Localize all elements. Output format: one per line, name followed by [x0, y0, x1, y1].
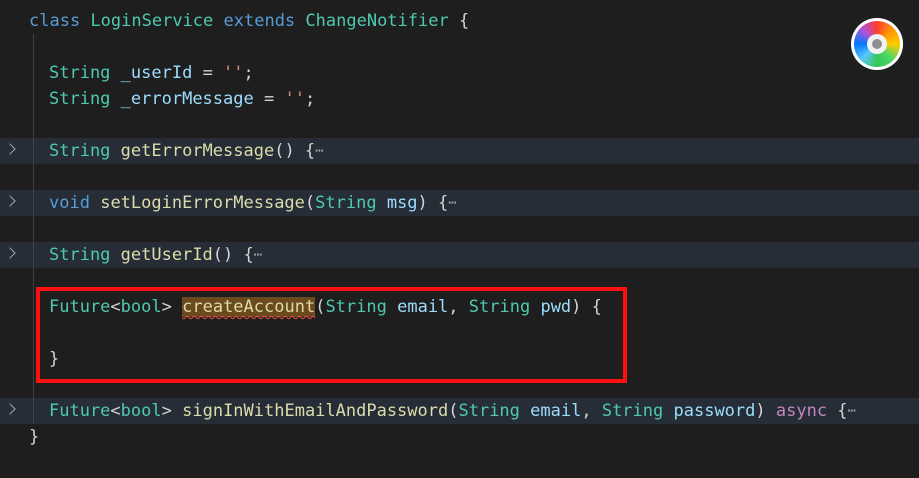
semicolon: ; — [243, 63, 254, 83]
comma: , — [581, 401, 602, 421]
method-signature-rest: () { — [274, 141, 316, 161]
code-line-blank[interactable] — [0, 216, 919, 242]
folded-ellipsis-icon[interactable]: ⋯ — [315, 138, 323, 164]
code-line-field-error-message[interactable]: String _errorMessage = ''; — [0, 86, 919, 112]
color-wheel-icon[interactable] — [851, 18, 903, 70]
indent-guide — [33, 372, 34, 398]
indent-guide — [33, 138, 34, 164]
param-type: String — [601, 401, 664, 421]
close-paren: ) — [755, 401, 776, 421]
keyword-class: class — [29, 11, 81, 31]
indent-guide — [33, 268, 34, 294]
code-line-set-login-error-message-folded[interactable]: void setLoginErrorMessage(String msg) {⋯ — [0, 190, 919, 216]
generic-close: > — [161, 401, 172, 421]
indent-guide — [33, 164, 34, 190]
chevron-right-icon[interactable] — [4, 247, 16, 259]
field-type: String — [49, 89, 111, 109]
generic-type: bool — [120, 401, 162, 421]
indent-guide — [33, 190, 34, 216]
code-line-get-error-message-folded[interactable]: String getErrorMessage() {⋯ — [0, 138, 919, 164]
close-brace: } — [29, 427, 40, 447]
method-name: signInWithEmailAndPassword — [182, 401, 449, 421]
code-line-class-declaration[interactable]: class LoginService extends ChangeNotifie… — [0, 8, 919, 34]
code-line-field-userid[interactable]: String _userId = ''; — [0, 60, 919, 86]
return-type: Future — [49, 401, 111, 421]
method-name: getErrorMessage — [120, 141, 275, 161]
field-name: _errorMessage — [120, 89, 254, 109]
keyword-async: async — [775, 401, 828, 421]
indent-guide — [33, 242, 34, 268]
code-line-class-close[interactable]: } — [0, 424, 919, 450]
indent-guide — [33, 346, 34, 372]
chevron-right-icon[interactable] — [4, 195, 16, 207]
param-type: String — [458, 401, 520, 421]
code-line-blank[interactable] — [0, 112, 919, 138]
folded-ellipsis-icon[interactable]: ⋯ — [448, 190, 456, 216]
field-type: String — [49, 63, 111, 83]
generic-open: < — [110, 401, 121, 421]
open-brace: { — [448, 11, 470, 31]
keyword-extends: extends — [223, 11, 296, 31]
method-signature-rest: ) { — [417, 193, 449, 213]
indent-guide — [33, 60, 34, 86]
indent-guide — [33, 112, 34, 138]
keyword-void: void — [49, 193, 90, 213]
indent-guide — [33, 34, 34, 60]
param-name: msg — [386, 193, 418, 213]
code-line-sign-in-folded[interactable]: Future<bool> signInWithEmailAndPassword(… — [0, 398, 919, 424]
semicolon: ; — [304, 89, 316, 109]
chevron-right-icon[interactable] — [4, 403, 16, 415]
indent-guide — [33, 86, 34, 112]
indent-guide — [33, 398, 34, 424]
indent-guide — [33, 216, 34, 242]
class-name: LoginService — [90, 11, 214, 31]
method-name: getUserId — [120, 245, 213, 265]
indent-guide — [33, 320, 34, 346]
code-line-get-user-id-folded[interactable]: String getUserId() {⋯ — [0, 242, 919, 268]
folded-ellipsis-icon[interactable]: ⋯ — [254, 242, 262, 268]
code-line-blank[interactable] — [0, 164, 919, 190]
string-literal: '' — [223, 63, 244, 83]
chevron-right-icon[interactable] — [4, 143, 16, 155]
assign-operator: = — [253, 89, 285, 109]
return-type: String — [49, 245, 111, 265]
method-signature-rest: () { — [212, 245, 254, 265]
open-paren: ( — [304, 193, 316, 213]
return-type: String — [49, 141, 111, 161]
superclass-name: ChangeNotifier — [305, 11, 449, 31]
param-name: email — [530, 401, 582, 421]
color-wheel-dot — [872, 39, 882, 49]
method-signature-rest: { — [827, 401, 848, 421]
field-name: _userId — [120, 63, 193, 83]
open-paren: ( — [448, 401, 459, 421]
annotation-highlight-box — [36, 287, 627, 383]
code-editor[interactable]: class LoginService extends ChangeNotifie… — [0, 0, 919, 478]
param-type: String — [315, 193, 377, 213]
code-line-blank[interactable] — [0, 34, 919, 60]
method-name: setLoginErrorMessage — [100, 193, 305, 213]
param-name: password — [673, 401, 756, 421]
assign-operator: = — [192, 63, 224, 83]
string-literal: '' — [284, 89, 305, 109]
folded-ellipsis-icon[interactable]: ⋯ — [848, 398, 856, 424]
indent-guide — [33, 294, 34, 320]
